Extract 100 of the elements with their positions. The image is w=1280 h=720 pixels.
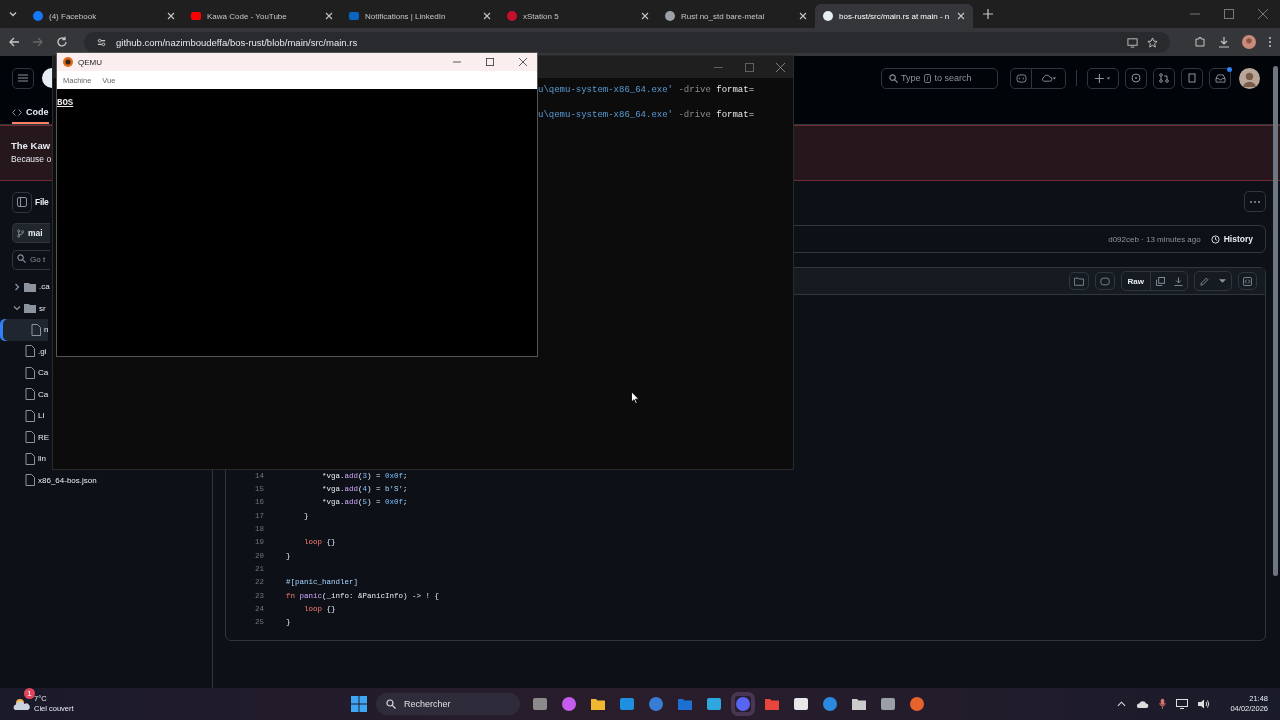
caret-icon [1218,279,1226,283]
download-icon [1173,276,1183,286]
browser-tab[interactable]: bos-rust/src/main.rs at main - n [815,4,973,28]
folder-button[interactable] [1068,272,1089,290]
history-button[interactable]: History [1210,234,1253,244]
plus-icon [1094,73,1112,83]
avatar-icon[interactable] [1239,67,1260,89]
more-options-button[interactable] [1244,191,1266,212]
pull-requests-button[interactable] [1153,67,1175,89]
file-name: RE [38,432,50,442]
site-icon [823,11,833,21]
symbols-icon [1243,276,1252,286]
microphone-icon[interactable] [1159,698,1167,710]
notification-dot [1227,66,1232,72]
app-icon[interactable] [880,696,896,712]
robot-icon [1015,73,1027,83]
menu-icon [18,74,28,82]
screen-text: BOS [57,98,74,108]
cloud-menu-button[interactable] [1032,67,1066,89]
browser-tab[interactable]: Notifications | LinkedIn [341,4,499,28]
cloud-icon [1039,73,1058,83]
search-icon [386,699,396,709]
close-icon[interactable] [776,62,785,72]
create-new-button[interactable] [1087,67,1119,89]
weather-cloud-icon[interactable] [12,697,32,711]
robot-icon [1099,276,1110,286]
banner-text: Because o [11,154,53,164]
commit-info[interactable]: d092ceb · 13 minutes ago [1108,234,1201,244]
chevron-up-icon[interactable] [1117,701,1127,707]
file-icon [31,323,41,336]
ellipsis-icon [1250,200,1260,203]
maximize-icon[interactable] [486,58,494,66]
app-icon [63,57,73,67]
file-icon [25,366,35,379]
new-tab-icon[interactable] [983,9,993,19]
reload-icon[interactable] [56,36,68,48]
branch-button[interactable]: mai [12,223,50,243]
speaker-icon[interactable] [1198,699,1211,709]
file-icon [25,345,35,358]
scrollbar[interactable] [1273,66,1278,576]
file-tree-item[interactable]: Ca [0,362,49,384]
file-icon [25,409,35,422]
install-icon[interactable] [1127,36,1138,48]
file-icon [25,474,35,487]
puzzle-icon[interactable] [1194,36,1206,48]
branch-icon [17,228,24,238]
star-icon[interactable] [1147,36,1158,48]
network-icon[interactable] [1176,699,1189,709]
inbox-button[interactable] [1209,67,1231,89]
file-search-field[interactable]: Go t [12,249,50,270]
copilot-button[interactable] [1094,272,1115,290]
close-icon[interactable] [519,58,527,66]
file-tree-item[interactable]: .ca [0,276,50,298]
browser-tab[interactable]: xStation 5 [499,4,657,28]
address-bar[interactable]: github.com/nazimboudeffa/bos-rust/blob/main/src/main.rs [84,31,1170,53]
terminal-line: u\qemu-system-x86_64.exe' -drive format= [538,109,756,122]
file-name: x86_64-bos.json [38,475,97,485]
browser-tab[interactable]: Kawa Code - YouTube [183,4,341,28]
app-icon[interactable] [706,696,722,712]
panel-title: File [35,197,49,207]
download-icon[interactable] [1218,36,1230,48]
app-icon[interactable] [590,696,606,712]
file-name: LI [38,411,45,421]
cloud-icon[interactable] [1136,699,1150,709]
app-icon[interactable] [851,696,867,712]
back-icon[interactable] [8,36,20,48]
taskbar-search[interactable]: Rechercher [376,693,520,715]
file-icon [25,388,35,401]
file-tree-item[interactable]: lin [0,448,46,470]
sidebar-toggle-button[interactable] [12,191,32,213]
file-name: sr [39,303,46,313]
file-tree-item[interactable]: n [0,319,49,341]
file-tree-item[interactable]: RE [0,426,50,448]
file-name: n [44,325,49,335]
file-tree-item[interactable]: Ca [0,383,49,405]
browser-tab[interactable]: Rust no_std bare-metal [657,4,815,28]
file-tree-item[interactable]: LI [0,405,45,427]
mouse-cursor-icon [631,391,640,405]
avatar-icon[interactable] [1242,35,1256,49]
window-title: QEMU [78,57,102,67]
symbols-button[interactable] [1238,272,1257,290]
copilot-button[interactable] [1010,67,1032,89]
issues-button[interactable] [1125,67,1147,89]
site-icon [33,11,43,21]
history-icon [1210,234,1220,244]
app-icon[interactable] [793,696,809,712]
menu-icon[interactable] [1268,36,1272,48]
browser-tab[interactable]: (4) Facebook [25,4,183,28]
file-tree-item[interactable]: x86_64-bos.json [0,469,97,491]
search-icon [17,253,26,263]
file-icon [25,431,35,444]
pencil-icon [1199,276,1209,286]
site-icon [191,11,201,21]
site-icon [665,11,675,21]
file-name: Ca [38,389,49,399]
start-icon[interactable] [351,696,367,712]
banner-title: The Kaw [11,140,52,151]
file-tree-item[interactable]: sr [0,297,46,319]
site-icon [349,11,359,21]
file-tree-item[interactable]: .gi [0,340,47,362]
